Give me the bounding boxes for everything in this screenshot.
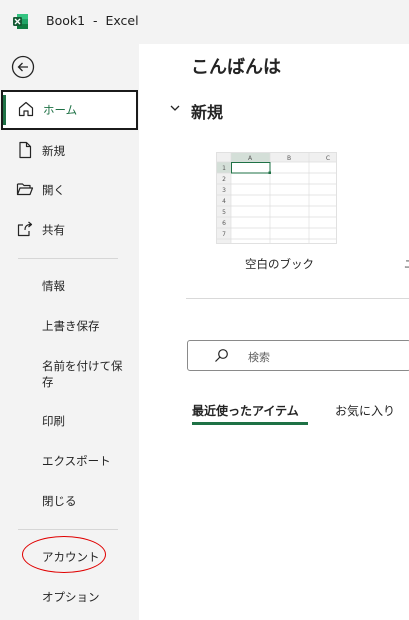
share-icon — [17, 221, 33, 237]
column-header-b: B — [287, 155, 291, 162]
active-indicator — [3, 95, 6, 125]
row-header: 7 — [222, 231, 226, 238]
active-tab-underline — [192, 422, 308, 425]
tab-recent[interactable]: 最近使ったアイテム — [192, 402, 308, 425]
greeting-heading: こんばんは — [191, 57, 281, 78]
blank-workbook-caption[interactable]: 空白のブック — [245, 256, 314, 272]
sidebar-item-open[interactable]: 開く — [0, 170, 139, 210]
column-header-c: C — [326, 155, 330, 162]
row-header: 3 — [222, 187, 226, 194]
excel-icon — [13, 14, 28, 29]
blank-workbook-template[interactable]: A B C 1 2 3 4 5 6 7 — [216, 152, 337, 244]
sidebar-item-home[interactable]: ホーム — [1, 90, 138, 130]
highlight-annotation — [22, 536, 106, 573]
row-header: 2 — [222, 176, 226, 183]
sidebar-item-share[interactable]: 共有 — [0, 210, 139, 250]
sidebar-item-options[interactable]: オプション — [42, 589, 132, 605]
section-divider — [186, 298, 409, 299]
main-content: こんばんは 新規 A B C 1 2 3 4 5 6 7 空白のブック 検索 最… — [139, 44, 409, 620]
sidebar-item-export[interactable]: エクスポート — [42, 453, 132, 469]
sidebar-item-close[interactable]: 閉じる — [42, 493, 132, 509]
sidebar-divider — [18, 258, 118, 259]
blank-workbook-thumbnail: A B C 1 2 3 4 5 6 7 — [217, 153, 336, 243]
backstage-sidebar: ホーム 新規 開く 共有 情報 上書き保存 名前を付けて保存 印刷 エクスポート… — [0, 44, 139, 620]
sidebar-item-save[interactable]: 上書き保存 — [42, 318, 132, 334]
window-title: Book1 - Excel — [46, 13, 139, 28]
sidebar-item-print[interactable]: 印刷 — [42, 413, 132, 429]
row-header: 6 — [222, 220, 226, 227]
new-document-icon — [19, 141, 32, 159]
sidebar-item-new[interactable]: 新規 — [0, 131, 139, 171]
sidebar-item-label: 開く — [42, 183, 65, 197]
sidebar-item-label: 新規 — [42, 144, 65, 158]
search-placeholder: 検索 — [248, 351, 270, 364]
sidebar-item-save-as[interactable]: 名前を付けて保存 — [42, 358, 126, 390]
sidebar-divider — [18, 529, 118, 530]
home-icon — [18, 101, 34, 117]
search-input[interactable]: 検索 — [187, 340, 409, 371]
row-header: 4 — [222, 198, 226, 205]
sidebar-item-info[interactable]: 情報 — [42, 278, 132, 294]
sidebar-item-label: 共有 — [42, 223, 65, 237]
row-header: 1 — [222, 165, 226, 172]
sidebar-item-label: ホーム — [43, 103, 78, 117]
back-arrow-icon[interactable] — [11, 55, 35, 79]
search-icon — [215, 349, 228, 362]
chevron-down-icon[interactable] — [169, 102, 181, 114]
tab-recent-label: 最近使ったアイテム — [192, 404, 299, 418]
tab-favorites-label: お気に入り — [335, 404, 396, 418]
row-header: 5 — [222, 209, 226, 216]
folder-open-icon — [16, 183, 34, 196]
tab-favorites[interactable]: お気に入り — [335, 402, 395, 419]
new-section-heading: 新規 — [191, 103, 224, 122]
title-bar: Book1 - Excel — [0, 0, 409, 44]
next-template-caption[interactable]: ユ — [404, 256, 409, 272]
